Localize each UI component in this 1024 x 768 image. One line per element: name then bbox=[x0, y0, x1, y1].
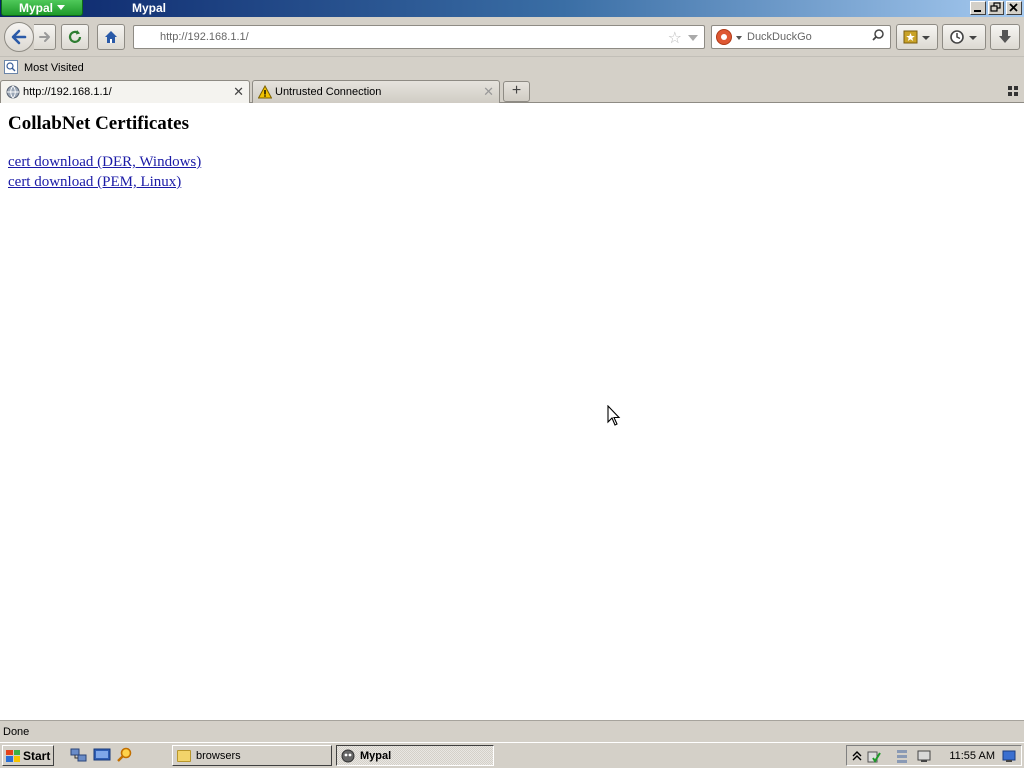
new-tab-button[interactable]: + bbox=[503, 81, 530, 102]
monitor-tray-icon[interactable] bbox=[917, 749, 931, 763]
bookmark-most-visited[interactable]: Most Visited bbox=[24, 62, 84, 74]
bookmark-star-icon[interactable]: ☆ bbox=[668, 28, 682, 48]
url-text: http://192.168.1.1/ bbox=[160, 31, 249, 43]
tray-expand-icon[interactable] bbox=[850, 749, 864, 763]
tab-close-icon[interactable]: ✕ bbox=[483, 84, 494, 100]
status-bar: Done bbox=[0, 720, 1024, 742]
tab-label: Untrusted Connection bbox=[275, 86, 382, 98]
start-label: Start bbox=[23, 748, 51, 763]
taskbar-button-mypal[interactable]: Mypal bbox=[336, 745, 494, 766]
app-menu-button[interactable]: Mypal bbox=[1, 0, 83, 16]
close-icon bbox=[1009, 3, 1018, 12]
taskbar: Start browsers Mypal 11:55 AM bbox=[0, 742, 1024, 768]
title-bar: Mypal Mypal bbox=[0, 0, 1024, 17]
back-arrow-icon bbox=[11, 29, 27, 45]
start-button[interactable]: Start bbox=[2, 745, 54, 766]
bookmarks-menu-button[interactable] bbox=[896, 24, 938, 50]
page-content: CollabNet Certificates cert download (DE… bbox=[0, 103, 1024, 720]
navigation-toolbar: http://192.168.1.1/ ☆ DuckDuckGo bbox=[0, 17, 1024, 57]
window-title: Mypal bbox=[132, 1, 167, 15]
cert-download-pem-link[interactable]: cert download (PEM, Linux) bbox=[8, 174, 181, 191]
close-button[interactable] bbox=[1006, 1, 1022, 15]
reload-icon bbox=[68, 30, 82, 43]
downloads-button[interactable] bbox=[990, 24, 1020, 50]
status-text: Done bbox=[3, 726, 30, 738]
url-bar[interactable]: http://192.168.1.1/ ☆ bbox=[133, 25, 705, 49]
search-quicklaunch-icon[interactable] bbox=[116, 747, 134, 763]
url-dropdown-icon[interactable] bbox=[688, 35, 698, 41]
minimize-button[interactable] bbox=[970, 1, 986, 15]
reload-button[interactable] bbox=[61, 24, 89, 50]
caption-buttons bbox=[970, 1, 1022, 15]
restore-button[interactable] bbox=[988, 1, 1004, 15]
home-icon bbox=[105, 31, 117, 43]
download-arrow-icon bbox=[999, 30, 1011, 43]
minimize-icon bbox=[974, 10, 981, 12]
history-clock-icon bbox=[950, 30, 977, 44]
forward-button[interactable] bbox=[34, 24, 56, 50]
tab-untrusted-connection[interactable]: Untrusted Connection ✕ bbox=[252, 80, 500, 103]
bookmarks-toolbar: Most Visited bbox=[0, 57, 1024, 79]
windows-logo-icon bbox=[6, 749, 20, 762]
tab-router[interactable]: http://192.168.1.1/ ✕ bbox=[0, 80, 250, 104]
forward-arrow-icon bbox=[38, 32, 50, 42]
search-engine-dropdown-icon[interactable] bbox=[736, 36, 742, 40]
home-button[interactable] bbox=[97, 24, 125, 50]
taskbar-button-label: Mypal bbox=[360, 749, 392, 762]
tab-strip: http://192.168.1.1/ ✕ Untrusted Connecti… bbox=[0, 79, 1024, 104]
back-button[interactable] bbox=[4, 22, 34, 52]
mypal-app-icon bbox=[341, 749, 355, 762]
restore-icon bbox=[990, 2, 1001, 12]
globe-icon bbox=[6, 85, 20, 99]
taskbar-button-browsers[interactable]: browsers bbox=[172, 745, 332, 766]
magnifier-page-icon bbox=[6, 62, 16, 72]
taskbar-button-label: browsers bbox=[196, 749, 241, 762]
search-bar[interactable]: DuckDuckGo bbox=[711, 25, 891, 49]
warning-icon bbox=[258, 85, 272, 99]
folder-icon bbox=[177, 749, 191, 762]
page-heading: CollabNet Certificates bbox=[8, 113, 189, 134]
chevron-down-icon bbox=[57, 5, 65, 10]
desktop-tray-icon[interactable] bbox=[1002, 749, 1016, 763]
most-visited-folder-icon bbox=[4, 60, 18, 74]
tab-label: http://192.168.1.1/ bbox=[23, 86, 112, 98]
show-desktop-icon[interactable] bbox=[93, 747, 111, 763]
bookmarks-icon bbox=[903, 30, 930, 44]
search-placeholder: DuckDuckGo bbox=[747, 31, 812, 43]
app-menu-label: Mypal bbox=[18, 0, 53, 15]
history-button[interactable] bbox=[942, 24, 986, 50]
taskbar-clock[interactable]: 11:55 AM bbox=[949, 750, 995, 762]
tab-close-icon[interactable]: ✕ bbox=[233, 84, 244, 100]
security-shield-icon[interactable] bbox=[867, 749, 881, 763]
network-quicklaunch-icon[interactable] bbox=[70, 747, 88, 763]
mouse-cursor-icon bbox=[607, 405, 621, 426]
cert-download-der-link[interactable]: cert download (DER, Windows) bbox=[8, 154, 201, 171]
system-tray: 11:55 AM bbox=[846, 745, 1022, 766]
tab-groups-icon[interactable] bbox=[1008, 86, 1018, 96]
duckduckgo-icon[interactable] bbox=[716, 29, 732, 45]
search-icon[interactable] bbox=[872, 29, 884, 41]
network-tray-icon[interactable] bbox=[895, 749, 909, 763]
